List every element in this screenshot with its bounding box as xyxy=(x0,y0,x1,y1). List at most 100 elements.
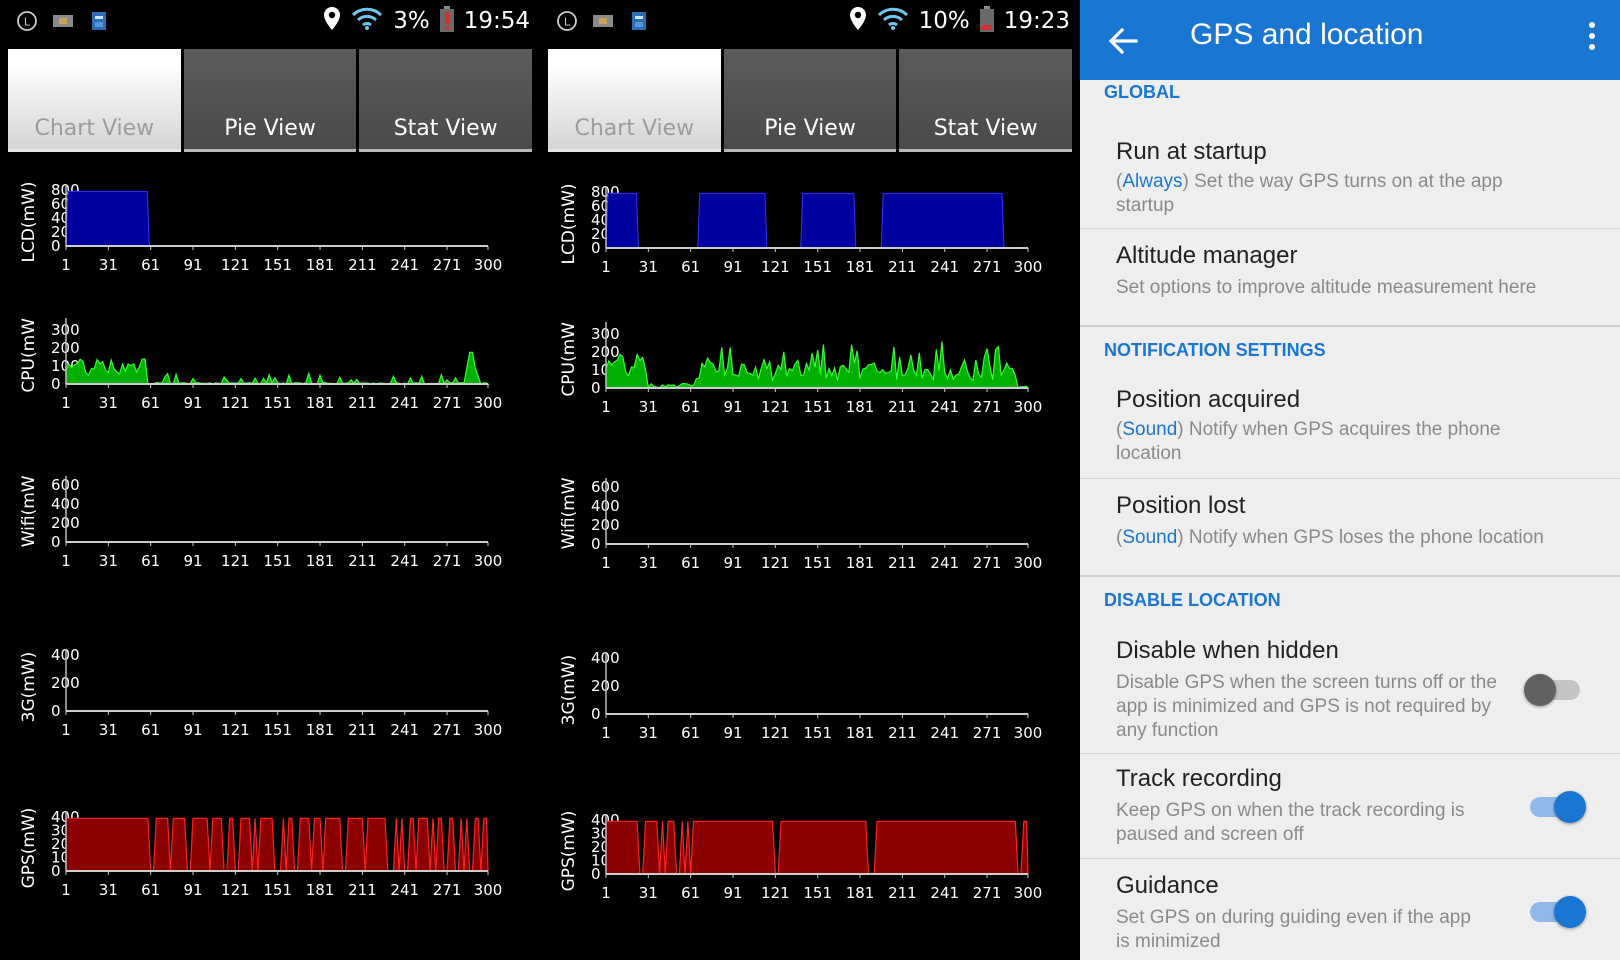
x-tick-label: 211 xyxy=(348,881,377,899)
x-tick-label: 1 xyxy=(61,552,71,570)
pref-position-acquired[interactable]: Position acquired (Sound) Notify when GP… xyxy=(1080,382,1620,478)
wifi-icon xyxy=(351,7,383,35)
series-area xyxy=(800,192,857,249)
tab-stat-view[interactable]: Stat View xyxy=(899,49,1073,152)
x-tick-label: 31 xyxy=(99,552,118,570)
clock-time: 19:54 xyxy=(463,8,530,34)
svg-text:L: L xyxy=(24,16,31,29)
y-axis-label: 3G(mW) xyxy=(19,652,39,723)
x-tick-label: 61 xyxy=(681,884,700,902)
series-area xyxy=(880,192,1005,249)
overflow-menu-icon[interactable] xyxy=(1586,22,1598,58)
pref-summary: Set options to improve altitude measurem… xyxy=(1116,277,1537,298)
guidance-toggle[interactable] xyxy=(1530,896,1586,928)
tab-pie-view[interactable]: Pie View xyxy=(183,49,357,152)
x-tick-label: 1 xyxy=(601,724,611,742)
pref-disable-when-hidden[interactable]: Disable when hidden Disable GPS when the… xyxy=(1080,625,1620,753)
pref-title: Guidance xyxy=(1116,872,1219,899)
battery-icon xyxy=(439,6,454,36)
x-tick-label: 151 xyxy=(263,256,292,274)
chart-gps-mw-: GPS(mW)400300200100013161911211511812112… xyxy=(559,811,1042,902)
x-tick-label: 31 xyxy=(639,398,658,416)
x-tick-label: 91 xyxy=(183,394,202,412)
x-tick-label: 121 xyxy=(221,256,250,274)
series-area xyxy=(605,341,1030,389)
x-tick-label: 271 xyxy=(973,398,1002,416)
divider xyxy=(1080,325,1620,327)
y-tick-label: 0 xyxy=(591,705,601,723)
y-axis-label: LCD(mW) xyxy=(559,183,579,264)
tab-pie-view[interactable]: Pie View xyxy=(723,49,897,152)
y-axis-label: 3G(mW) xyxy=(559,655,579,726)
clock-time: 19:23 xyxy=(1003,8,1070,34)
x-tick-label: 31 xyxy=(99,256,118,274)
x-tick-label: 181 xyxy=(306,256,335,274)
x-tick-label: 61 xyxy=(141,881,160,899)
tab-stat-view[interactable]: Stat View xyxy=(359,49,533,152)
chart-lcd-mw-: LCD(mW)800600400200013161911211511812112… xyxy=(19,181,502,274)
y-tick-label: 0 xyxy=(51,862,61,880)
x-tick-label: 151 xyxy=(263,394,292,412)
section-header-disable-location: DISABLE LOCATION xyxy=(1104,590,1281,610)
notification-image-icon xyxy=(592,12,614,34)
y-tick-label: 0 xyxy=(591,535,601,553)
view-tabs: Chart View Pie View Stat View xyxy=(548,49,1073,155)
y-tick-label: 0 xyxy=(591,379,601,397)
x-tick-label: 151 xyxy=(803,554,832,572)
x-tick-label: 151 xyxy=(803,724,832,742)
x-tick-label: 241 xyxy=(390,552,419,570)
x-tick-label: 211 xyxy=(888,884,917,902)
pref-guidance[interactable]: Guidance Set GPS on during guiding even … xyxy=(1080,860,1620,960)
tab-label: Pie View xyxy=(764,116,856,141)
app-bar: GPS and location xyxy=(1080,0,1620,80)
x-tick-label: 1 xyxy=(61,256,71,274)
divider xyxy=(1080,753,1620,754)
x-tick-label: 61 xyxy=(681,398,700,416)
svg-text:L: L xyxy=(564,16,571,29)
x-tick-label: 61 xyxy=(141,394,160,412)
y-axis-label: Wifi(mW) xyxy=(559,478,579,549)
x-tick-label: 91 xyxy=(723,884,742,902)
pref-run-at-startup[interactable]: Run at startup (Always) Set the way GPS … xyxy=(1080,130,1620,228)
toggle-thumb xyxy=(1524,674,1556,706)
tab-label: Pie View xyxy=(224,116,316,141)
y-tick-label: 0 xyxy=(591,239,601,257)
chart-lcd-mw-: LCD(mW)800600400200013161911211511812112… xyxy=(559,183,1042,276)
pref-altitude-manager[interactable]: Altitude manager Set options to improve … xyxy=(1080,230,1620,325)
x-tick-label: 241 xyxy=(930,724,959,742)
tab-label: Stat View xyxy=(933,116,1038,141)
x-tick-label: 91 xyxy=(723,724,742,742)
x-tick-label: 31 xyxy=(99,721,118,739)
x-tick-label: 211 xyxy=(888,398,917,416)
gps-settings-screen: GPS and location GLOBAL Run at startup (… xyxy=(1080,0,1620,960)
pref-title: Altitude manager xyxy=(1116,242,1298,269)
divider xyxy=(1080,228,1620,229)
x-tick-label: 211 xyxy=(348,256,377,274)
tab-chart-view[interactable]: Chart View xyxy=(8,49,181,152)
pref-position-lost[interactable]: Position lost (Sound) Notify when GPS lo… xyxy=(1080,480,1620,575)
y-tick-label: 0 xyxy=(591,865,601,883)
clock-l-icon: L xyxy=(16,10,38,36)
y-axis-label: GPS(mW) xyxy=(559,811,579,892)
x-tick-label: 181 xyxy=(846,258,875,276)
x-tick-label: 121 xyxy=(761,724,790,742)
battery-percent: 10% xyxy=(918,8,970,34)
x-tick-label: 181 xyxy=(846,884,875,902)
back-arrow-icon[interactable] xyxy=(1106,24,1140,58)
track-recording-toggle[interactable] xyxy=(1530,791,1586,823)
tab-chart-view[interactable]: Chart View xyxy=(548,49,721,152)
x-tick-label: 31 xyxy=(639,884,658,902)
disable-when-hidden-toggle[interactable] xyxy=(1524,674,1580,706)
series-area xyxy=(65,351,490,385)
x-tick-label: 300 xyxy=(1014,554,1043,572)
tab-label: Chart View xyxy=(34,116,155,141)
x-tick-label: 211 xyxy=(348,721,377,739)
x-tick-label: 61 xyxy=(681,554,700,572)
pref-track-recording[interactable]: Track recording Keep GPS on when the tra… xyxy=(1080,755,1620,858)
divider xyxy=(1080,575,1620,577)
x-tick-label: 181 xyxy=(846,554,875,572)
x-tick-label: 1 xyxy=(601,258,611,276)
power-monitor-screen-1: L 3% 19:54 Chart View Pie View Stat View… xyxy=(0,0,540,960)
y-tick-label: 0 xyxy=(51,702,61,720)
x-tick-label: 1 xyxy=(61,721,71,739)
